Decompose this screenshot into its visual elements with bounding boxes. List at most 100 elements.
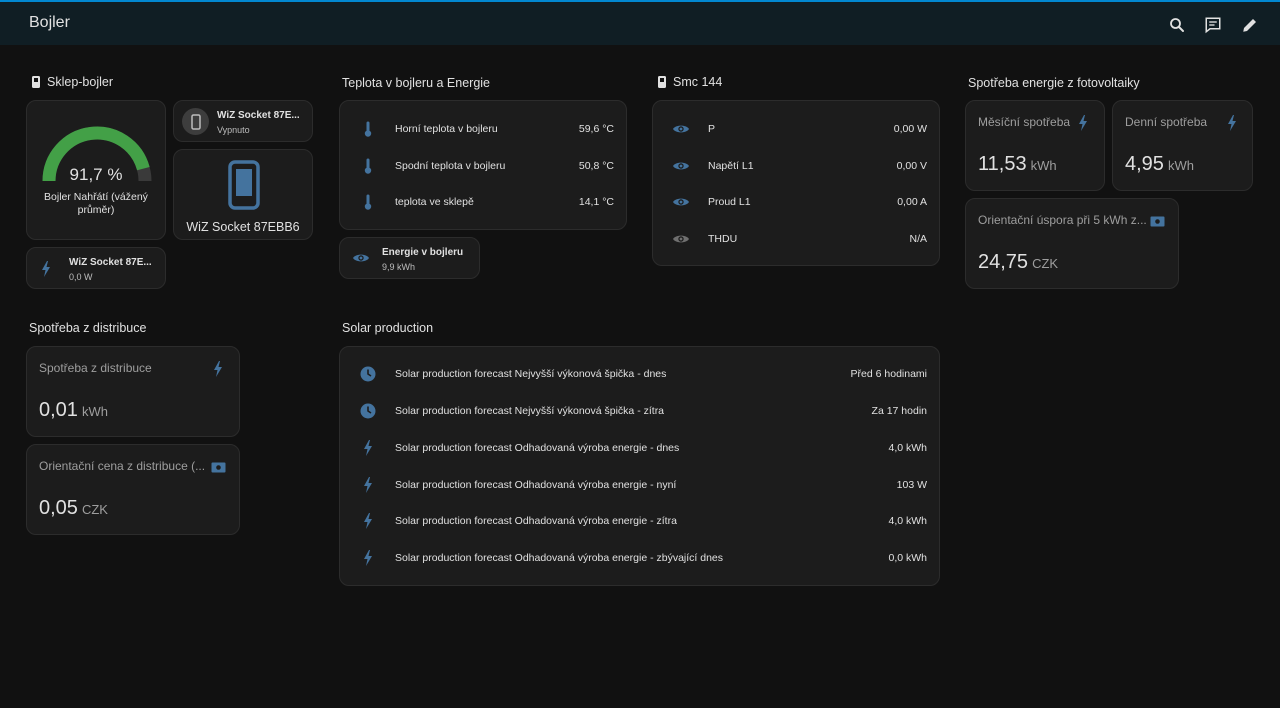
socket-small-card[interactable]: WiZ Socket 87E... Vypnuto: [173, 100, 313, 142]
gauge-label: Bojler Nahřátí (vážený průměr): [44, 191, 148, 216]
socket-small-name: WiZ Socket 87E...: [217, 110, 300, 121]
row-label: Horní teplota v bojleru: [395, 123, 498, 135]
section-teplota: Teplota v bojleru a Energie: [342, 76, 490, 90]
socket-small-state: Vypnuto: [217, 125, 250, 135]
row-label: THDU: [708, 233, 738, 245]
solar-row[interactable]: Solar production forecast Odhadovaná výr…: [340, 475, 939, 495]
stat-value: 11,53: [978, 153, 1027, 175]
section-title-text: Spotřeba energie z fotovoltaiky: [968, 76, 1140, 90]
row-value: 4,0 kWh: [888, 442, 927, 454]
row-label: Solar production forecast Odhadovaná výr…: [395, 552, 724, 564]
smc-row[interactable]: Proud L1 0,00 A: [653, 192, 939, 212]
smc-card: P 0,00 W Napětí L1 0,00 V Proud L1 0,00 …: [652, 100, 940, 266]
pencil-icon[interactable]: [1241, 16, 1259, 34]
stat-value-wrap: 4,95 kWh: [1125, 153, 1194, 176]
section-title-text: Smc 144: [673, 75, 723, 89]
eye-icon: [671, 119, 691, 139]
cash-icon: [211, 459, 227, 475]
energie-card[interactable]: Energie v bojleru 9,9 kWh: [339, 237, 480, 279]
row-label: Solar production forecast Odhadovaná výr…: [395, 442, 680, 454]
stat-unit: kWh: [1167, 158, 1194, 173]
smc-row[interactable]: P 0,00 W: [653, 119, 939, 139]
row-value: 14,1 °C: [578, 196, 614, 208]
row-label: Napětí L1: [708, 160, 754, 172]
row-value: Za 17 hodin: [871, 405, 927, 417]
stat-value: 24,75: [978, 251, 1029, 273]
flash-icon: [41, 261, 51, 277]
search-icon[interactable]: [1168, 16, 1186, 34]
row-label: teplota ve sklepě: [395, 196, 474, 208]
distribuce-price-card[interactable]: Orientační cena z distribuce (... 0,05 CZ…: [26, 444, 240, 535]
smc-row[interactable]: THDU N/A: [653, 229, 939, 249]
row-label: Solar production forecast Nejvyšší výkon…: [395, 405, 665, 417]
socket-big-card[interactable]: WiZ Socket 87EBB6: [173, 149, 313, 240]
row-value: N/A: [909, 233, 927, 245]
stat-value-wrap: 0,05 CZK: [39, 497, 108, 520]
teplota-row[interactable]: Horní teplota v bojleru 59,6 °C: [340, 119, 626, 139]
stat-unit: CZK: [1032, 256, 1059, 271]
flash-icon: [1227, 115, 1243, 131]
teplota-row[interactable]: teplota ve sklepě 14,1 °C: [340, 192, 626, 212]
socket-power-state: 0,0 W: [69, 272, 93, 282]
chat-icon[interactable]: [1204, 16, 1222, 34]
socket-power-card[interactable]: WiZ Socket 87E... 0,0 W: [26, 247, 166, 289]
section-smc: Smc 144: [657, 75, 722, 89]
section-sklep-bojler: Sklep-bojler: [31, 75, 113, 89]
cash-icon: [1150, 213, 1166, 229]
row-value: 103 W: [896, 479, 927, 491]
flash-icon: [358, 475, 378, 495]
section-title-text: Spotřeba z distribuce: [29, 321, 147, 335]
stat-unit: kWh: [1030, 158, 1057, 173]
solar-row[interactable]: Solar production forecast Odhadovaná výr…: [340, 438, 939, 458]
solar-row[interactable]: Solar production forecast Odhadovaná výr…: [340, 548, 939, 568]
eye-icon: [352, 252, 370, 264]
stat-value: 4,95: [1125, 153, 1164, 175]
stat-value: 0,01: [39, 399, 78, 421]
row-label: Solar production forecast Odhadovaná výr…: [395, 479, 677, 491]
row-value: 50,8 °C: [578, 160, 614, 172]
stat-name: Denní spotřeba: [1125, 115, 1208, 129]
section-distribuce: Spotřeba z distribuce: [29, 321, 146, 335]
teplota-row[interactable]: Spodní teplota v bojleru 50,8 °C: [340, 156, 626, 176]
row-value: 0,00 W: [893, 123, 927, 135]
row-value: 0,00 V: [896, 160, 927, 172]
fve-monthly-card[interactable]: Měsíční spotřeba 11,53 kWh: [965, 100, 1105, 191]
solar-card: Solar production forecast Nejvyšší výkon…: [339, 346, 940, 586]
clock-icon: [358, 401, 378, 421]
distribuce-consumption-card[interactable]: Spotřeba z distribuce 0,01 kWh: [26, 346, 240, 437]
socket-power-name: WiZ Socket 87E...: [69, 257, 152, 268]
thermometer-icon: [358, 156, 378, 176]
flash-icon: [358, 438, 378, 458]
page-title: Bojler: [29, 14, 70, 31]
section-fve: Spotřeba energie z fotovoltaiky: [968, 76, 1140, 90]
solar-row[interactable]: Solar production forecast Nejvyšší výkon…: [340, 364, 939, 384]
solar-row[interactable]: Solar production forecast Odhadovaná výr…: [340, 511, 939, 531]
smc-row[interactable]: Napětí L1 0,00 V: [653, 156, 939, 176]
stat-name: Orientační cena z distribuce (...: [39, 459, 204, 473]
gauge-card[interactable]: 91,7 % Bojler Nahřátí (vážený průměr): [26, 100, 166, 240]
row-label: Solar production forecast Nejvyšší výkon…: [395, 368, 667, 380]
stat-name: Orientační úspora při 5 kWh z...: [978, 213, 1147, 227]
gauge-value: 91,7 %: [69, 165, 123, 184]
electric-switch-icon: [657, 75, 667, 89]
row-value: 59,6 °C: [578, 123, 614, 135]
energie-value: 9,9 kWh: [382, 262, 416, 272]
row-value: Před 6 hodinami: [850, 368, 927, 380]
cellphone-icon: [182, 108, 209, 135]
fve-daily-card[interactable]: Denní spotřeba 4,95 kWh: [1112, 100, 1253, 191]
eye-icon: [671, 156, 691, 176]
top-bar: Bojler: [0, 0, 1280, 45]
flash-icon: [1078, 115, 1094, 131]
section-title-text: Sklep-bojler: [47, 75, 114, 89]
stat-value-wrap: 24,75 CZK: [978, 251, 1058, 274]
cellphone-icon: [228, 160, 260, 210]
stat-unit: kWh: [81, 404, 108, 419]
clock-icon: [358, 364, 378, 384]
stat-value: 0,05: [39, 497, 78, 519]
fve-saving-card[interactable]: Orientační úspora při 5 kWh z... 24,75 CZ…: [965, 198, 1179, 289]
flash-icon: [213, 361, 229, 377]
row-value: 4,0 kWh: [888, 515, 927, 527]
solar-row[interactable]: Solar production forecast Nejvyšší výkon…: [340, 401, 939, 421]
row-label: P: [708, 123, 716, 135]
thermometer-icon: [358, 192, 378, 212]
